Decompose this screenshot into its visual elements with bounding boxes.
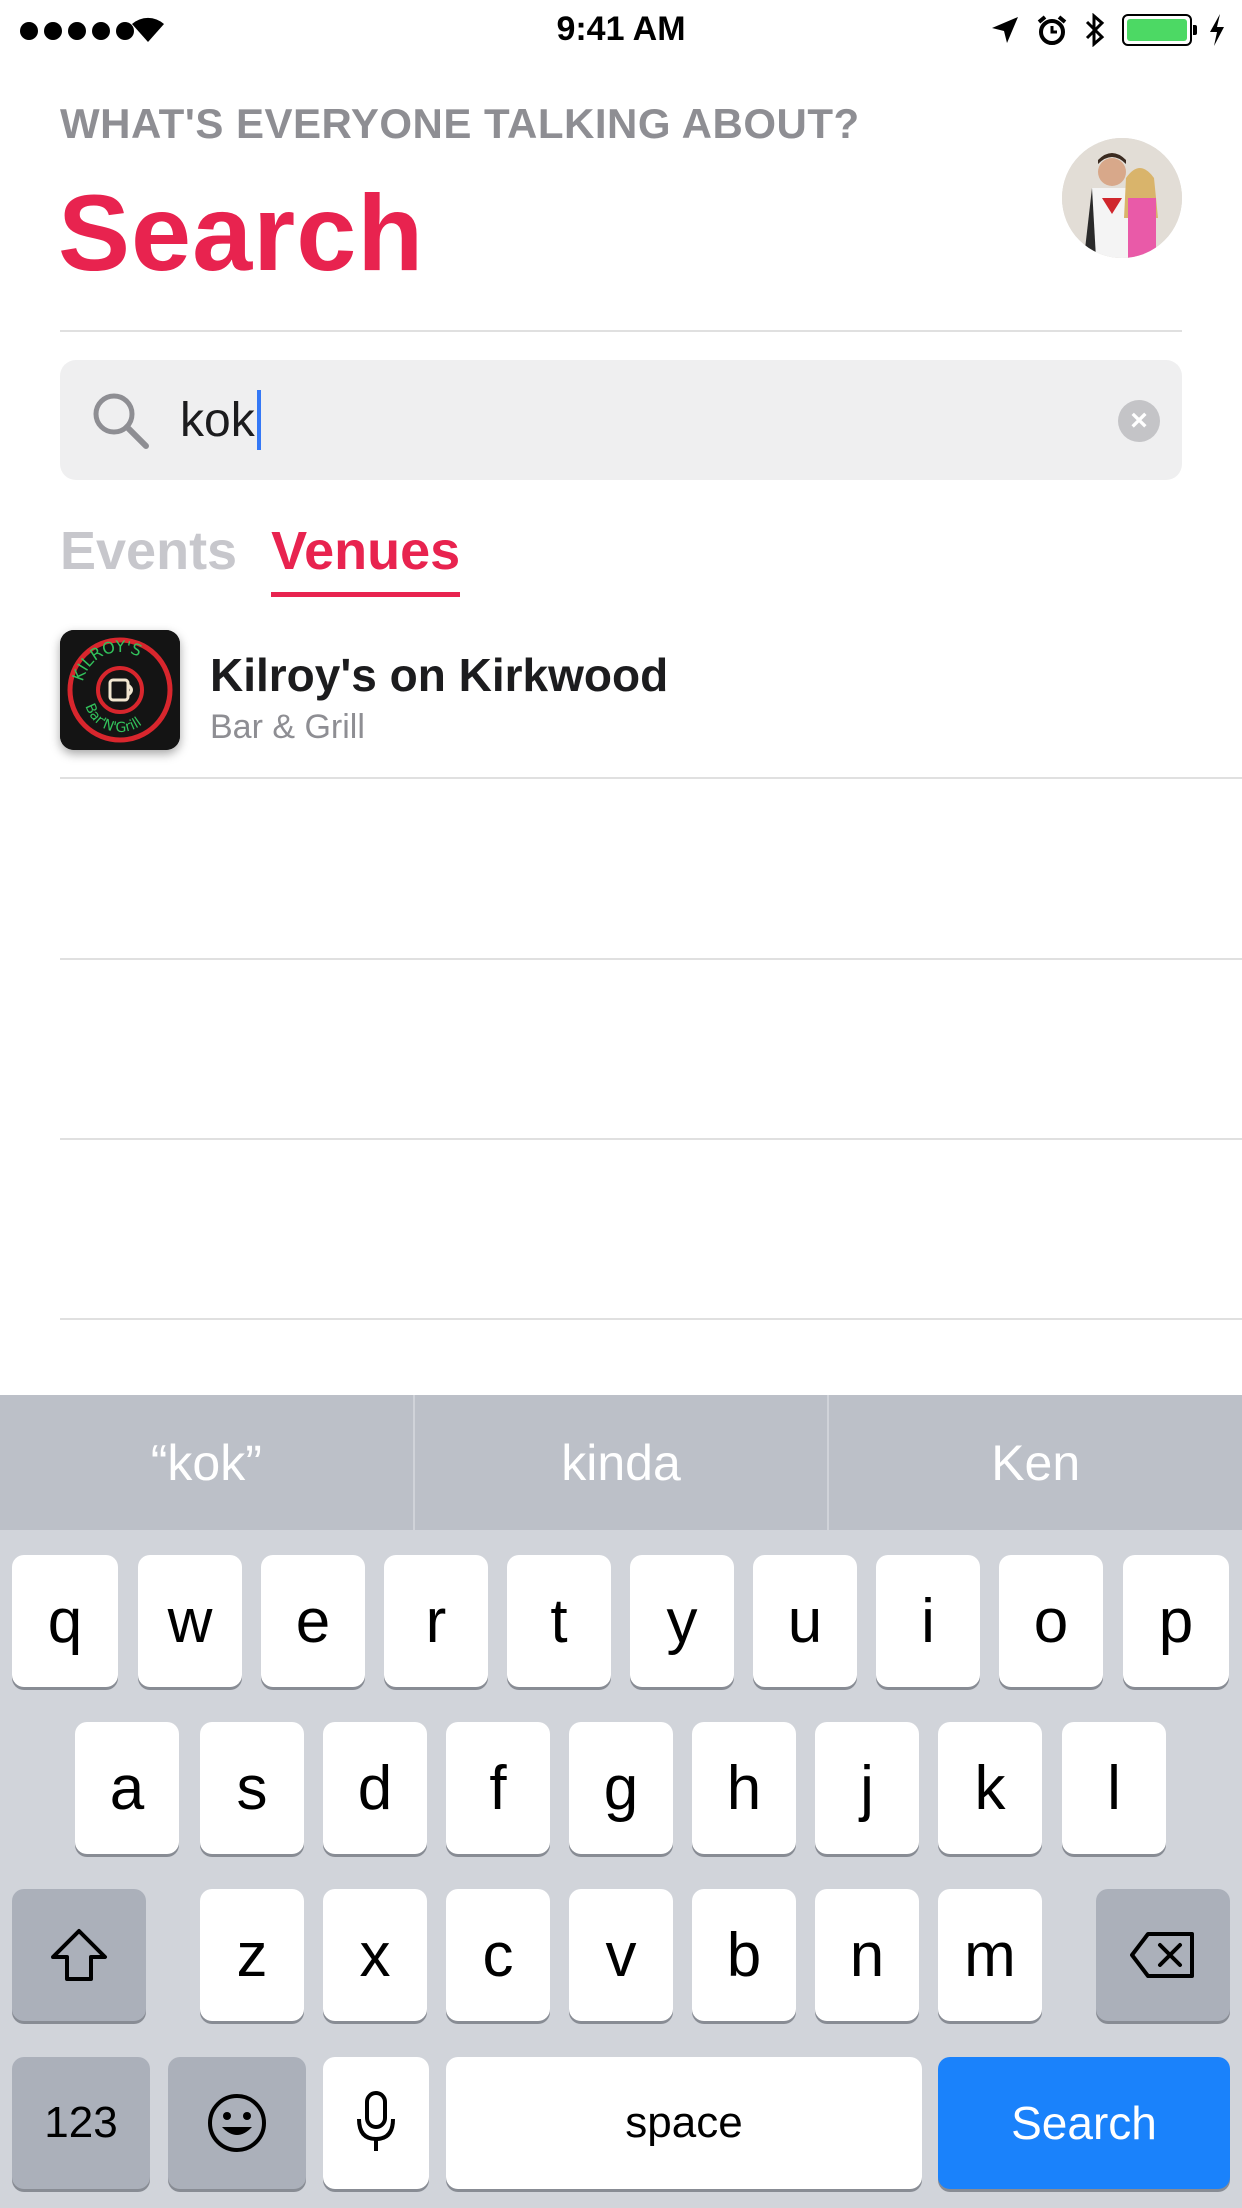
- key-b[interactable]: b: [692, 1889, 796, 2021]
- clear-search-icon[interactable]: ×: [1118, 400, 1160, 442]
- key-x[interactable]: x: [323, 1889, 427, 2021]
- key-n[interactable]: n: [815, 1889, 919, 2021]
- key-a[interactable]: a: [75, 1722, 179, 1854]
- key-g[interactable]: g: [569, 1722, 673, 1854]
- key-t[interactable]: t: [507, 1555, 611, 1687]
- charging-bolt-icon: [1210, 14, 1224, 46]
- venue-logo: KILROY'S Bar'N'Grill: [60, 630, 180, 750]
- alarm-icon: [1037, 15, 1067, 45]
- screen: 9:41 AM WHAT'S EVERYONE TALKING ABOUT? S…: [0, 0, 1242, 2208]
- key-u[interactable]: u: [753, 1555, 857, 1687]
- search-tabs: Events Venues: [60, 520, 461, 597]
- key-h[interactable]: h: [692, 1722, 796, 1854]
- shift-icon: [51, 1929, 107, 1981]
- emoji-key[interactable]: [168, 2057, 306, 2189]
- status-bar: 9:41 AM: [0, 0, 1242, 60]
- keyboard: “kok” kinda Ken q w e r t y u i o p a s …: [0, 1395, 1242, 2208]
- list-item[interactable]: KILROY'S Bar'N'Grill Kilroy's on Kirkwoo…: [60, 628, 1242, 778]
- emoji-icon: [208, 2094, 266, 2152]
- key-j[interactable]: j: [815, 1722, 919, 1854]
- venue-name: Kilroy's on Kirkwood: [210, 649, 669, 701]
- avatar-photo: [1062, 138, 1182, 258]
- key-s[interactable]: s: [200, 1722, 304, 1854]
- key-p[interactable]: p: [1123, 1555, 1229, 1687]
- text-cursor: [256, 390, 261, 450]
- header-divider: [60, 330, 1182, 332]
- search-input[interactable]: kok: [180, 360, 1080, 480]
- row-divider: [60, 1138, 1242, 1140]
- search-field[interactable]: kok ×: [60, 360, 1182, 480]
- status-icons: [990, 12, 1226, 48]
- key-d[interactable]: d: [323, 1722, 427, 1854]
- microphone-icon: [357, 2091, 395, 2151]
- key-z[interactable]: z: [200, 1889, 304, 2021]
- predictive-bar: “kok” kinda Ken: [0, 1395, 1242, 1530]
- page-eyebrow: WHAT'S EVERYONE TALKING ABOUT?: [60, 100, 860, 147]
- key-m[interactable]: m: [938, 1889, 1042, 2021]
- tab-events[interactable]: Events: [60, 520, 237, 597]
- suggestion-item[interactable]: Ken: [829, 1395, 1242, 1530]
- delete-key[interactable]: [1096, 1889, 1230, 2021]
- key-o[interactable]: o: [999, 1555, 1103, 1687]
- key-y[interactable]: y: [630, 1555, 734, 1687]
- tab-venues[interactable]: Venues: [271, 520, 461, 597]
- key-i[interactable]: i: [876, 1555, 980, 1687]
- backspace-icon: [1130, 1932, 1194, 1978]
- key-q[interactable]: q: [12, 1555, 118, 1687]
- key-r[interactable]: r: [384, 1555, 488, 1687]
- row-divider: [60, 1318, 1242, 1320]
- search-icon: [93, 393, 149, 449]
- space-key[interactable]: space: [446, 2057, 922, 2189]
- battery-icon: [1122, 14, 1197, 46]
- location-arrow-icon: [992, 17, 1018, 43]
- key-f[interactable]: f: [446, 1722, 550, 1854]
- search-input-value: kok: [180, 393, 255, 447]
- bluetooth-icon: [1085, 13, 1105, 47]
- key-w[interactable]: w: [138, 1555, 242, 1687]
- shift-key[interactable]: [12, 1889, 146, 2021]
- row-divider: [60, 958, 1242, 960]
- key-k[interactable]: k: [938, 1722, 1042, 1854]
- key-l[interactable]: l: [1062, 1722, 1166, 1854]
- key-c[interactable]: c: [446, 1889, 550, 2021]
- row-divider: [60, 777, 1242, 779]
- suggestion-item[interactable]: kinda: [415, 1395, 830, 1530]
- numbers-key[interactable]: 123: [12, 2057, 150, 2189]
- key-v[interactable]: v: [569, 1889, 673, 2021]
- search-return-key[interactable]: Search: [938, 2057, 1230, 2189]
- key-e[interactable]: e: [261, 1555, 365, 1687]
- microphone-key[interactable]: [323, 2057, 429, 2189]
- avatar[interactable]: [1062, 138, 1182, 258]
- page-title: Search: [58, 172, 425, 293]
- suggestion-item[interactable]: “kok”: [0, 1395, 415, 1530]
- venue-category: Bar & Grill: [210, 708, 365, 746]
